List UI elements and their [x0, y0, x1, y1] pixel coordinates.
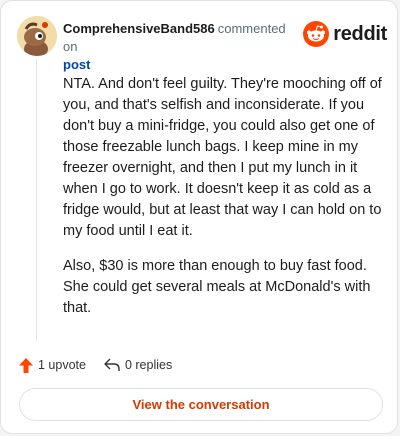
comment-paragraph: Also, $30 is more than enough to buy fas… [63, 258, 371, 316]
snoo-avatar-icon [17, 16, 57, 56]
username-link[interactable]: ComprehensiveBand586 [63, 21, 215, 36]
upvote-button[interactable]: 1 upvote [19, 357, 86, 373]
replies-count: 0 replies [124, 358, 173, 372]
replies-button[interactable]: 0 replies [104, 358, 172, 372]
reddit-wordmark: reddit [333, 22, 387, 45]
view-conversation-button[interactable]: View the conversation [19, 388, 383, 421]
comment-body: NTA. And don't feel guilty. They're mooc… [63, 74, 385, 333]
comment-meta: ComprehensiveBand586 commented on post [63, 20, 303, 74]
post-link[interactable]: post [63, 56, 303, 74]
reddit-alien-icon [303, 21, 330, 47]
reply-arrow-icon [104, 358, 120, 371]
user-avatar[interactable] [17, 16, 57, 56]
comment-actions: 1 upvote 0 replies [19, 355, 190, 375]
comment-embed-card: ComprehensiveBand586 commented on post re… [0, 0, 398, 434]
comment-paragraph: NTA. And don't feel guilty. They're mooc… [63, 76, 382, 239]
comment-header: ComprehensiveBand586 commented on post re… [17, 16, 387, 72]
thread-line [36, 59, 37, 341]
upvote-count: 1 upvote [38, 358, 86, 372]
upvote-arrow-icon [19, 357, 33, 373]
reddit-logo[interactable]: reddit [303, 21, 387, 47]
